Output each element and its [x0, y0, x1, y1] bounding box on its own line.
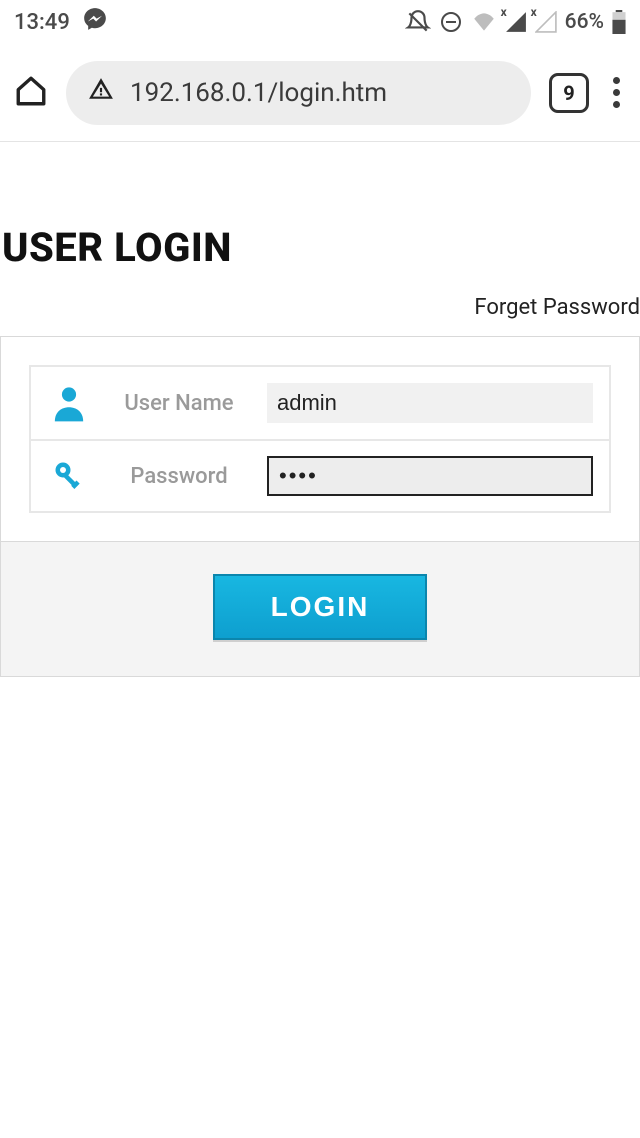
messenger-icon: [82, 6, 108, 38]
key-icon: [47, 458, 91, 494]
login-footer: LOGIN: [0, 542, 640, 677]
status-time: 13:49: [14, 10, 70, 35]
page-title: USER LOGIN: [0, 224, 640, 271]
password-input[interactable]: [267, 456, 593, 496]
page-content: USER LOGIN Forget Password User Name Pas…: [0, 142, 640, 677]
not-secure-icon: [88, 76, 114, 109]
browser-bar: 192.168.0.1/login.htm 9: [0, 44, 640, 142]
address-bar[interactable]: 192.168.0.1/login.htm: [66, 61, 531, 125]
wifi-icon: [471, 11, 497, 33]
status-bar: 13:49 x x 66%: [0, 0, 640, 44]
url-text: 192.168.0.1/login.htm: [130, 78, 387, 108]
password-label: Password: [109, 464, 249, 489]
mute-icon: [405, 9, 431, 35]
password-row: Password: [31, 439, 609, 511]
home-icon[interactable]: [14, 74, 48, 112]
forgot-password-link[interactable]: Forget Password: [474, 295, 640, 320]
username-label: User Name: [109, 391, 249, 416]
username-row: User Name: [31, 367, 609, 439]
user-icon: [47, 384, 91, 422]
menu-icon[interactable]: [607, 71, 626, 114]
signal-2-icon: x: [535, 11, 557, 33]
battery-icon: [612, 10, 626, 34]
login-button[interactable]: LOGIN: [213, 574, 427, 640]
signal-1-icon: x: [505, 11, 527, 33]
login-panel: User Name Password: [0, 336, 640, 542]
battery-percent: 66%: [565, 10, 604, 34]
tabs-button[interactable]: 9: [549, 73, 589, 113]
username-input[interactable]: [267, 383, 593, 423]
tab-count: 9: [563, 81, 574, 105]
dnd-icon: [439, 10, 463, 34]
